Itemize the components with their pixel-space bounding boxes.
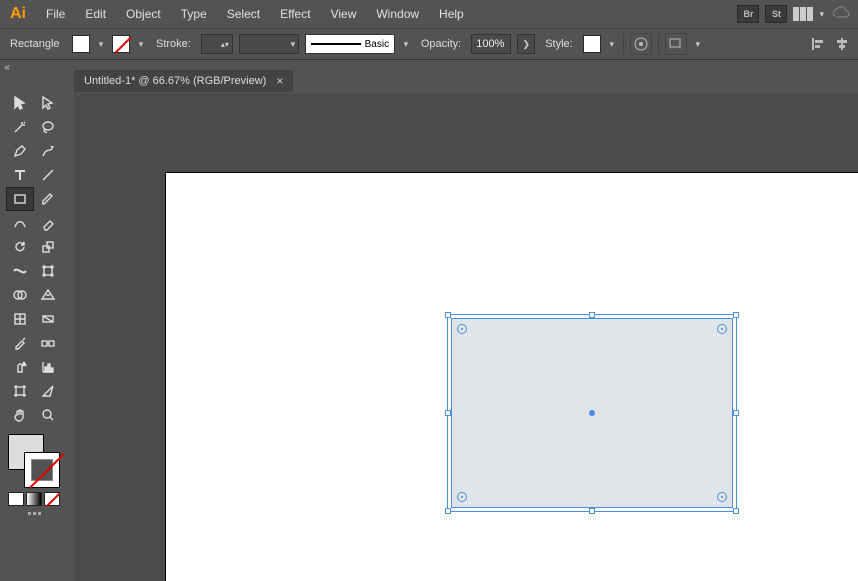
align-dropdown-arrow[interactable]: ▾	[693, 39, 703, 50]
document-tab-title: Untitled-1* @ 66.67% (RGB/Preview)	[84, 75, 266, 87]
width-tool[interactable]	[7, 260, 33, 282]
color-mode-row	[6, 492, 62, 506]
selection-tool[interactable]	[7, 92, 33, 114]
separator	[623, 33, 624, 55]
gradient-tool[interactable]	[35, 308, 61, 330]
zoom-tool[interactable]	[35, 404, 61, 426]
stroke-color-box[interactable]	[24, 452, 60, 488]
menu-view[interactable]: View	[321, 3, 367, 25]
brush-dropdown[interactable]: ▾	[401, 39, 411, 50]
menu-bar: Ai File Edit Object Type Select Effect V…	[0, 0, 858, 28]
column-graph-tool[interactable]	[35, 356, 61, 378]
stroke-label: Stroke:	[152, 38, 195, 50]
rotate-tool[interactable]	[7, 236, 33, 258]
rectangle-shape[interactable]	[451, 318, 733, 508]
canvas-stage[interactable]	[74, 93, 858, 581]
menu-help[interactable]: Help	[429, 3, 474, 25]
slice-tool[interactable]	[35, 380, 61, 402]
menu-type[interactable]: Type	[171, 3, 217, 25]
curvature-tool[interactable]	[35, 140, 61, 162]
color-mode-none[interactable]	[44, 492, 60, 506]
align-dropdown-icon[interactable]	[665, 33, 687, 55]
color-mode-solid[interactable]	[8, 492, 24, 506]
graphic-style-swatch[interactable]	[583, 35, 601, 53]
fill-stroke-control[interactable]	[8, 434, 60, 488]
artboard-tool[interactable]	[7, 380, 33, 402]
opacity-field[interactable]: 100%	[471, 34, 511, 54]
tools-panel	[4, 88, 64, 519]
lasso-tool[interactable]	[35, 116, 61, 138]
scale-tool[interactable]	[35, 236, 61, 258]
bridge-button[interactable]: Br	[737, 5, 759, 23]
workspace-switcher-icon[interactable]	[793, 7, 813, 21]
menu-effect[interactable]: Effect	[270, 3, 320, 25]
eyedropper-tool[interactable]	[7, 332, 33, 354]
variable-width-profile[interactable]: ▾	[239, 34, 299, 54]
close-tab-icon[interactable]: ×	[276, 74, 283, 88]
paintbrush-tool[interactable]	[35, 188, 61, 210]
color-mode-gradient[interactable]	[26, 492, 42, 506]
menu-window[interactable]: Window	[366, 3, 429, 25]
control-bar: Rectangle ▾ ▾ Stroke: ▴▾ ▾ Basic ▾ Opaci…	[0, 28, 858, 60]
document-tab-bar: Untitled-1* @ 66.67% (RGB/Preview) ×	[74, 69, 293, 93]
stroke-swatch[interactable]	[112, 35, 130, 53]
opacity-dropdown[interactable]: ❯	[517, 34, 535, 54]
app-logo: Ai	[6, 5, 36, 23]
menu-edit[interactable]: Edit	[75, 3, 116, 25]
menu-file[interactable]: File	[36, 3, 75, 25]
selection-type-label: Rectangle	[6, 38, 66, 50]
menu-object[interactable]: Object	[116, 3, 171, 25]
screen-mode-icon[interactable]	[6, 512, 62, 515]
brush-definition[interactable]: Basic	[305, 34, 395, 54]
mesh-tool[interactable]	[7, 308, 33, 330]
eraser-tool[interactable]	[35, 212, 61, 234]
direct-selection-tool[interactable]	[35, 92, 61, 114]
line-segment-tool[interactable]	[35, 164, 61, 186]
perspective-grid-tool[interactable]	[35, 284, 61, 306]
stock-button[interactable]: St	[765, 5, 787, 23]
separator	[658, 33, 659, 55]
symbol-sprayer-tool[interactable]	[7, 356, 33, 378]
stroke-dropdown[interactable]: ▾	[136, 39, 146, 50]
blend-tool[interactable]	[35, 332, 61, 354]
type-tool[interactable]	[7, 164, 33, 186]
fill-dropdown[interactable]: ▾	[96, 39, 106, 50]
menu-select[interactable]: Select	[217, 3, 270, 25]
sync-icon[interactable]	[830, 5, 850, 24]
chevron-down-icon[interactable]: ▾	[819, 9, 824, 20]
style-label: Style:	[541, 38, 577, 50]
shape-builder-tool[interactable]	[7, 284, 33, 306]
hand-tool[interactable]	[7, 404, 33, 426]
document-tab[interactable]: Untitled-1* @ 66.67% (RGB/Preview) ×	[74, 70, 293, 92]
panel-collapse-icon[interactable]: «	[0, 60, 14, 74]
rectangle-tool[interactable]	[7, 188, 33, 210]
free-transform-tool[interactable]	[35, 260, 61, 282]
align-center-icon[interactable]	[832, 34, 852, 54]
opacity-label: Opacity:	[417, 38, 465, 50]
fill-swatch[interactable]	[72, 35, 90, 53]
recolor-artwork-icon[interactable]	[630, 33, 652, 55]
magic-wand-tool[interactable]	[7, 116, 33, 138]
pen-tool[interactable]	[7, 140, 33, 162]
shaper-tool[interactable]	[7, 212, 33, 234]
style-dropdown[interactable]: ▾	[607, 39, 617, 50]
stroke-weight-field[interactable]: ▴▾	[201, 34, 233, 54]
align-left-icon[interactable]	[808, 34, 828, 54]
